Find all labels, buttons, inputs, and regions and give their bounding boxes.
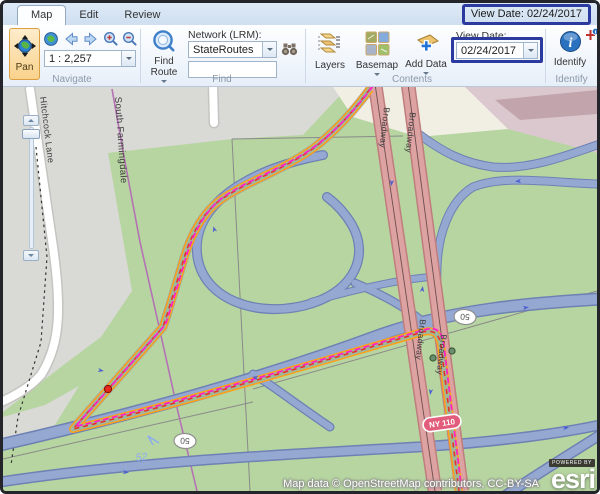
zoom-slider-down-button[interactable] (23, 250, 39, 261)
esri-wordmark: esri (539, 467, 595, 491)
layers-icon (317, 31, 343, 59)
group-separator (305, 29, 306, 83)
network-combobox[interactable] (188, 41, 277, 58)
intersection-point-marker[interactable] (449, 348, 455, 354)
view-date-dropdown-button[interactable] (523, 43, 537, 58)
forward-arrow-icon[interactable] (83, 31, 99, 47)
svg-text:50: 50 (180, 436, 190, 446)
layers-button[interactable]: Layers (309, 31, 351, 71)
svg-text:50: 50 (460, 312, 471, 323)
network-dropdown-button[interactable] (262, 42, 276, 57)
zoom-in-icon[interactable] (103, 31, 119, 47)
scale-input[interactable] (45, 51, 121, 66)
tab-map[interactable]: Map (17, 5, 66, 25)
view-date-input[interactable] (457, 43, 523, 58)
basemap-label: Basemap (356, 60, 398, 71)
svg-text:52: 52 (135, 451, 148, 464)
basemap-button[interactable]: Basemap (354, 31, 400, 79)
intersection-point-marker[interactable] (430, 355, 436, 361)
full-extent-globe-icon[interactable] (43, 31, 59, 47)
scale-combobox[interactable] (44, 50, 136, 67)
find-route-icon (152, 29, 176, 56)
contents-group-label: Contents (307, 74, 517, 85)
zoom-slider-handle[interactable] (22, 129, 40, 139)
map-attribution: Map data © OpenStreetMap contributors, C… (283, 478, 539, 490)
tab-edit[interactable]: Edit (66, 6, 111, 25)
ribbon: Pan Navigate Find Route (3, 25, 597, 87)
up-triangle-icon (28, 116, 34, 122)
map-graphics: 50 50 NY 110 52 Hitchcock Lane South Far… (3, 87, 597, 491)
route-shield-50-lower: 50 (174, 433, 197, 449)
add-data-icon (413, 31, 440, 58)
add-data-button[interactable]: Add Data (402, 31, 450, 78)
pan-globe-icon (14, 35, 36, 60)
identify-icon: i (559, 30, 582, 56)
svg-text:i: i (568, 36, 572, 51)
network-lrm-label: Network (LRM): (188, 29, 262, 41)
zoom-out-icon[interactable] (122, 31, 138, 47)
zoom-slider-up-button[interactable] (23, 115, 39, 126)
app-window: Map Edit Review View Date: 02/24/2017 Pa… (0, 0, 600, 494)
view-date-combobox[interactable] (456, 42, 538, 59)
identify-button[interactable]: i Identify (550, 30, 590, 68)
down-triangle-icon (28, 254, 34, 260)
zoom-slider-track[interactable] (29, 127, 34, 249)
group-separator (140, 29, 141, 83)
navigate-group-label: Navigate (7, 74, 137, 85)
back-arrow-icon[interactable] (63, 31, 79, 47)
ribbon-tabbar: Map Edit Review View Date: 02/24/2017 (3, 3, 597, 25)
layers-label: Layers (315, 60, 345, 71)
identify-group-label: Identify (546, 74, 597, 85)
network-input[interactable] (189, 42, 262, 57)
scale-dropdown-button[interactable] (121, 51, 135, 66)
identify-label: Identify (554, 57, 586, 68)
view-date-label: View Date: (456, 30, 507, 42)
map-canvas[interactable]: 50 50 NY 110 52 Hitchcock Lane South Far… (3, 87, 597, 491)
route-start-point-marker[interactable] (104, 385, 111, 392)
add-data-label: Add Data (405, 59, 447, 70)
pan-label: Pan (16, 62, 34, 73)
binoculars-icon[interactable] (281, 42, 298, 56)
identify-route-tool-icon[interactable]: i (585, 28, 599, 42)
map-zoom-slider (22, 115, 40, 261)
tab-review[interactable]: Review (111, 6, 173, 25)
basemap-icon (365, 31, 390, 59)
pan-button[interactable]: Pan (9, 28, 40, 80)
find-group-label: Find (142, 74, 302, 85)
view-date-callout: View Date: 02/24/2017 (462, 4, 591, 25)
esri-logo: POWERED BY esri (539, 451, 595, 491)
